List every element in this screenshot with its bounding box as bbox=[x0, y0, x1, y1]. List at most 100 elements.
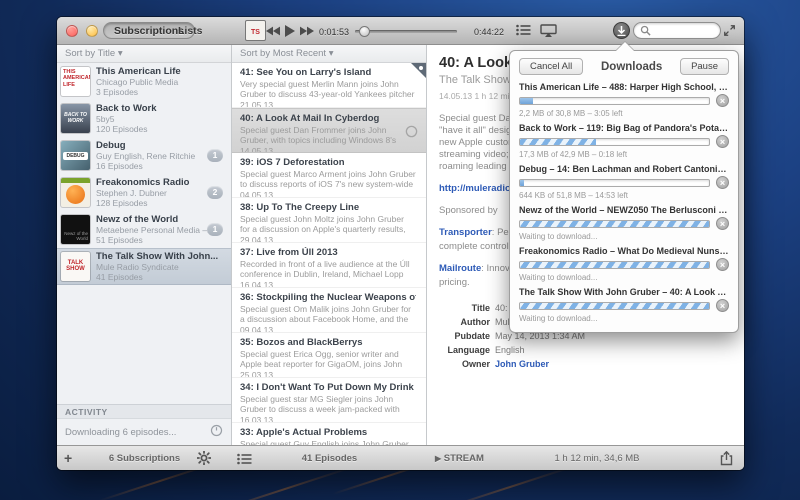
search-input[interactable] bbox=[651, 26, 711, 36]
cancel-download-button[interactable]: × bbox=[716, 94, 729, 107]
cancel-download-button[interactable]: × bbox=[716, 176, 729, 189]
settings-button[interactable] bbox=[197, 451, 211, 468]
podcast-artwork: Newz of the World bbox=[61, 215, 90, 244]
episode-description: Recorded in front of a live audience at … bbox=[240, 259, 416, 279]
podcast-title: Newz of the World bbox=[96, 214, 227, 225]
fullscreen-button[interactable] bbox=[723, 24, 736, 37]
cancel-download-button[interactable]: × bbox=[716, 299, 729, 312]
podcast-author: 5by5 bbox=[96, 114, 227, 124]
tab-lists[interactable]: Lists bbox=[178, 25, 203, 37]
downloads-popover: Cancel All Downloads Pause This American… bbox=[509, 50, 739, 333]
stream-button[interactable]: ▶ STREAM bbox=[435, 453, 484, 464]
now-playing-artwork[interactable]: TS bbox=[245, 20, 266, 41]
play-icon bbox=[285, 25, 295, 37]
play-button[interactable] bbox=[285, 25, 295, 37]
sponsor-link[interactable]: Mailroute bbox=[439, 263, 481, 274]
unplayed-badge: 1 bbox=[207, 223, 223, 236]
podcast-artwork: TALK SHOW bbox=[61, 252, 90, 281]
podcast-episode-count: 51 Episodes bbox=[96, 235, 227, 245]
activity-header: ACTIVITY bbox=[57, 404, 231, 419]
download-spinner-icon bbox=[405, 125, 418, 138]
podcast-title: Back to Work bbox=[96, 103, 227, 114]
download-title: Back to Work – 119: Big Bag of Pandora's… bbox=[519, 123, 729, 133]
episode-description: Special guest Erica Ogg, senior writer a… bbox=[240, 349, 416, 369]
podcast-row-the-talk-show[interactable]: TALK SHOW The Talk Show With John... Mul… bbox=[57, 248, 231, 285]
downloads-button[interactable] bbox=[613, 22, 630, 39]
download-item: Freakonomics Radio – What Do Medieval Nu… bbox=[519, 244, 729, 285]
episode-title: 36: Stockpiling the Nuclear Weapons of..… bbox=[240, 292, 416, 303]
episode-row[interactable]: 34: I Don't Want To Put Down My Drink Sp… bbox=[232, 378, 426, 423]
search-field[interactable] bbox=[633, 22, 721, 39]
episode-row[interactable]: 41: See You on Larry's Island Very speci… bbox=[232, 63, 426, 108]
meta-label: Owner bbox=[439, 357, 495, 371]
playlist-button[interactable] bbox=[516, 24, 531, 36]
cancel-download-button[interactable]: × bbox=[716, 135, 729, 148]
meta-label: Pubdate bbox=[439, 329, 495, 343]
episode-title: 33: Apple's Actual Problems bbox=[240, 427, 416, 438]
episode-description: Special guest Marco Arment joins John Gr… bbox=[240, 169, 416, 189]
podcast-artwork: THIS AMERICAN LIFE bbox=[61, 67, 90, 96]
episode-size-info: 1 h 12 min, 34,6 MB bbox=[497, 453, 697, 464]
download-status: 2,2 MB of 30,8 MB – 3:05 left bbox=[519, 109, 729, 118]
progress-bar bbox=[519, 179, 710, 187]
podcast-episode-count: 3 Episodes bbox=[96, 87, 227, 97]
podcast-episode-count: 120 Episodes bbox=[96, 124, 227, 134]
episode-date: 29.04.13 bbox=[240, 235, 416, 243]
episode-row[interactable]: 38: Up To The Creepy Line Special guest … bbox=[232, 198, 426, 243]
podcast-row-this-american-life[interactable]: THIS AMERICAN LIFE This American Life Ch… bbox=[57, 63, 231, 100]
episode-date: 16.03.13 bbox=[240, 415, 416, 423]
playback-slider[interactable] bbox=[355, 30, 457, 33]
episode-row[interactable]: 33: Apple's Actual Problems Special gues… bbox=[232, 423, 426, 445]
activity-status-row[interactable]: Downloading 6 episodes... bbox=[57, 419, 231, 445]
podcast-author: Mule Radio Syndicate bbox=[96, 262, 227, 272]
share-button[interactable] bbox=[719, 451, 734, 469]
download-status: Waiting to download... bbox=[519, 232, 729, 241]
episode-row-selected[interactable]: 40: A Look At Mail In Cyberdog Special g… bbox=[232, 108, 426, 153]
cancel-all-button[interactable]: Cancel All bbox=[519, 58, 583, 75]
cancel-download-button[interactable]: × bbox=[716, 217, 729, 230]
activity-spinner-icon bbox=[210, 424, 223, 440]
podcast-row-back-to-work[interactable]: BACK TO WORK Back to Work 5by5 120 Episo… bbox=[57, 100, 231, 137]
download-item: Debug – 14: Ben Lachman and Robert Canto… bbox=[519, 162, 729, 203]
rewind-button[interactable] bbox=[266, 26, 280, 36]
chevron-down-icon: ▾ bbox=[329, 48, 334, 59]
podcast-title: Freakonomics Radio bbox=[96, 177, 227, 188]
podcast-row-newz-of-the-world[interactable]: Newz of the World Newz of the World Meta… bbox=[57, 211, 231, 248]
episode-date: 14.05.13 bbox=[240, 146, 416, 153]
episode-row[interactable]: 35: Bozos and BlackBerrys Special guest … bbox=[232, 333, 426, 378]
download-title: Freakonomics Radio – What Do Medieval Nu… bbox=[519, 246, 729, 256]
cancel-download-button[interactable]: × bbox=[716, 258, 729, 271]
episode-row[interactable]: 39: iOS 7 Deforestation Special guest Ma… bbox=[232, 153, 426, 198]
download-title: This American Life – 488: Harper High Sc… bbox=[519, 82, 729, 92]
sidebar-sort-header[interactable]: Sort by Title ▾ bbox=[57, 45, 231, 63]
tab-lists-label: Lists bbox=[178, 25, 203, 37]
pause-button[interactable]: Pause bbox=[680, 58, 729, 75]
episode-row[interactable]: 36: Stockpiling the Nuclear Weapons of..… bbox=[232, 288, 426, 333]
meta-label: Title bbox=[439, 301, 495, 315]
episodes-sort-label: Sort by Most Recent bbox=[240, 48, 326, 59]
episode-row[interactable]: 37: Live from Úll 2013 Recorded in front… bbox=[232, 243, 426, 288]
chevron-down-icon: ▾ bbox=[118, 48, 123, 59]
sponsor-link[interactable]: Transporter bbox=[439, 227, 492, 238]
episode-date: 04.05.13 bbox=[240, 190, 416, 198]
slider-knob[interactable] bbox=[359, 26, 370, 37]
fast-forward-button[interactable] bbox=[300, 26, 314, 36]
download-item: Newz of the World – NEWZ050 The Berlusco… bbox=[519, 203, 729, 244]
podcast-row-debug[interactable]: DEBUG Debug Guy English, Rene Ritchie 16… bbox=[57, 137, 231, 174]
episode-title: 39: iOS 7 Deforestation bbox=[240, 157, 416, 168]
close-window-button[interactable] bbox=[66, 25, 78, 37]
episodes-sort-header[interactable]: Sort by Most Recent ▾ bbox=[232, 45, 426, 63]
airplay-button[interactable] bbox=[540, 24, 557, 37]
episode-date: 09.04.13 bbox=[240, 325, 416, 333]
podcast-title: The Talk Show With John... bbox=[96, 251, 227, 262]
list-icon bbox=[516, 24, 531, 36]
toolbar: Subscriptions Lists TS 0:01:53 0:44:22 bbox=[57, 17, 744, 45]
episode-title: 37: Live from Úll 2013 bbox=[240, 247, 416, 258]
podcast-row-freakonomics[interactable]: Freakonomics Radio Stephen J. Dubner 128… bbox=[57, 174, 231, 211]
download-title: The Talk Show With John Gruber – 40: A L… bbox=[519, 287, 729, 297]
download-status: Waiting to download... bbox=[519, 314, 729, 323]
download-item: The Talk Show With John Gruber – 40: A L… bbox=[519, 285, 729, 326]
podcast-title: Debug bbox=[96, 140, 227, 151]
minimize-window-button[interactable] bbox=[86, 25, 98, 37]
owner-link[interactable]: John Gruber bbox=[495, 357, 549, 371]
